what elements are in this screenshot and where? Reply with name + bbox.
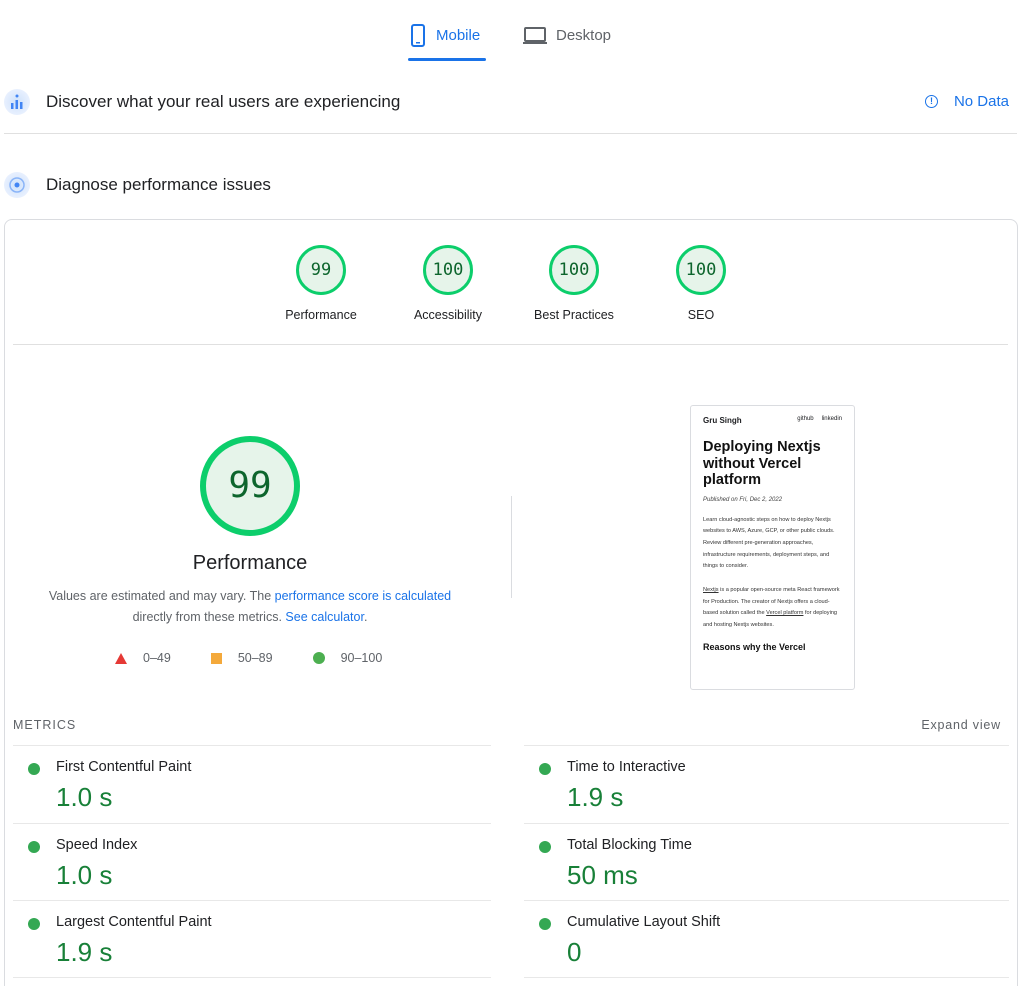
metric-total-blocking-time: Total Blocking Time 50 ms	[524, 822, 1009, 901]
pass-dot-icon	[28, 918, 40, 930]
metrics-right-column: Time to Interactive 1.9 s Total Blocking…	[524, 745, 1009, 978]
thumb-paragraph-1: Learn cloud-agnostic steps on how to dep…	[703, 516, 835, 570]
thumb-links: github linkedin	[789, 416, 842, 425]
phone-icon	[408, 22, 428, 52]
gauge-ring: 100	[548, 244, 600, 296]
metrics-left-column: First Contentful Paint 1.0 s Speed Index…	[13, 745, 491, 978]
field-data-icon	[4, 89, 30, 115]
panel-divider	[13, 344, 1008, 345]
pass-dot-icon	[28, 840, 40, 853]
tab-mobile-label: Mobile	[436, 27, 481, 44]
performance-big-gauge: 99	[198, 434, 302, 538]
gauge-ring: 99	[295, 244, 347, 296]
pass-dot-icon	[539, 763, 551, 775]
gauge-ring: 100	[422, 244, 474, 296]
tab-desktop-label: Desktop	[556, 27, 612, 44]
gauge-score: 100	[432, 260, 464, 280]
see-calculator-link[interactable]: See calculator	[285, 610, 364, 624]
metric-name: First Contentful Paint	[56, 759, 192, 775]
score-legend: 0–49 50–89 90–100	[115, 648, 422, 668]
triangle-icon	[115, 652, 127, 664]
lab-data-icon	[4, 172, 30, 198]
legend-range: 90–100	[340, 651, 383, 665]
legend-average: 50–89	[210, 651, 273, 665]
gauge-score: 100	[685, 260, 717, 280]
info-icon: !	[924, 95, 938, 108]
metric-time-to-interactive: Time to Interactive 1.9 s	[524, 745, 1009, 823]
legend-range: 50–89	[237, 651, 273, 665]
metric-value: 1.0 s	[56, 782, 113, 812]
thumb-link-vercel: Vercel platform	[766, 610, 804, 617]
gauge-score: 99	[310, 260, 332, 280]
gauge-performance[interactable]: 99 Performance	[266, 244, 376, 322]
gauge-accessibility[interactable]: 100 Accessibility	[393, 244, 503, 322]
legend-range: 0–49	[143, 651, 171, 665]
tab-mobile[interactable]: Mobile	[408, 22, 486, 62]
square-icon	[210, 652, 222, 664]
pass-dot-icon	[28, 763, 40, 775]
no-data-link[interactable]: ! No Data	[924, 93, 1009, 110]
pass-dot-icon	[539, 840, 551, 853]
thumb-paragraph-2: Nextjs is a popular open-source meta Rea…	[703, 585, 842, 632]
metric-name: Speed Index	[56, 836, 138, 853]
metric-value: 50 ms	[567, 859, 638, 890]
field-data-title: Discover what your real users are experi…	[46, 92, 401, 111]
performance-description: Values are estimated and may vary. The p…	[5, 586, 495, 628]
legend-fail: 0–49	[115, 651, 171, 665]
vertical-divider	[511, 496, 512, 598]
thumb-author: Gru Singh	[703, 416, 742, 425]
gauge-score: 100	[558, 260, 590, 280]
category-gauges: 99 Performance 100 Accessibility 100 Bes…	[5, 244, 1017, 344]
tab-desktop[interactable]: Desktop	[522, 22, 622, 62]
lab-data-title: Diagnose performance issues	[46, 175, 271, 194]
section-divider	[4, 133, 1017, 134]
desc-text-3: .	[363, 610, 368, 624]
laptop-icon	[522, 22, 548, 52]
thumb-nav: Gru Singh github linkedin	[703, 416, 842, 425]
thumb-link-github: github	[797, 416, 814, 422]
gauge-label: Performance	[285, 308, 357, 322]
metric-value: 1.9 s	[567, 782, 624, 812]
lab-data-header: Diagnose performance issues	[4, 165, 1017, 205]
metric-name: Largest Contentful Paint	[56, 914, 212, 930]
legend-pass: 90–100	[312, 651, 383, 665]
thumb-link-linkedin: linkedin	[821, 416, 842, 422]
device-tabs: Mobile Desktop	[0, 0, 1024, 64]
report-panel: 99 Performance 100 Accessibility 100 Bes…	[4, 219, 1018, 986]
metric-speed-index: Speed Index 1.0 s	[13, 822, 491, 901]
circle-icon	[312, 652, 325, 664]
metrics-header: METRICS	[13, 718, 77, 732]
score-calculated-link[interactable]: performance score is calculated	[275, 589, 451, 603]
thumb-heading: Reasons why the Vercel	[703, 641, 806, 652]
thumb-link-nextjs: Nextjs	[703, 587, 719, 594]
performance-big-score: 99	[228, 465, 272, 506]
desc-text: Values are estimated and may vary. The	[48, 589, 275, 603]
metric-value: 1.9 s	[56, 937, 113, 967]
thumb-date: Published on Fri, Dec 2, 2022	[703, 496, 783, 503]
gauge-label: Accessibility	[413, 308, 483, 322]
metric-first-contentful-paint: First Contentful Paint 1.0 s	[13, 745, 491, 823]
thumb-title: Deploying Nextjs without Vercel platform	[703, 439, 821, 488]
metric-value: 1.0 s	[56, 859, 113, 890]
pass-dot-icon	[539, 918, 551, 930]
gauge-seo[interactable]: 100 SEO	[646, 244, 756, 322]
gauge-ring: 100	[675, 244, 727, 296]
gauge-best-practices[interactable]: 100 Best Practices	[519, 244, 629, 322]
metric-name: Cumulative Layout Shift	[567, 914, 721, 930]
metric-name: Time to Interactive	[567, 759, 686, 775]
no-data-label: No Data	[953, 93, 1009, 110]
metric-value: 0	[567, 937, 582, 967]
active-tab-indicator	[408, 58, 486, 61]
desc-text-2: directly from these metrics.	[132, 610, 286, 624]
gauge-label: SEO	[687, 308, 715, 322]
gauge-label: Best Practices	[534, 308, 614, 322]
expand-view-toggle[interactable]: Expand view	[921, 718, 1001, 732]
final-screenshot[interactable]: Gru Singh github linkedin Deploying Nextj…	[690, 405, 855, 690]
performance-title: Performance	[192, 552, 308, 574]
metric-largest-contentful-paint: Largest Contentful Paint 1.9 s	[13, 900, 491, 978]
field-data-header: Discover what your real users are experi…	[4, 82, 1017, 122]
metric-cumulative-layout-shift: Cumulative Layout Shift 0	[524, 900, 1009, 978]
metric-name: Total Blocking Time	[567, 836, 692, 853]
